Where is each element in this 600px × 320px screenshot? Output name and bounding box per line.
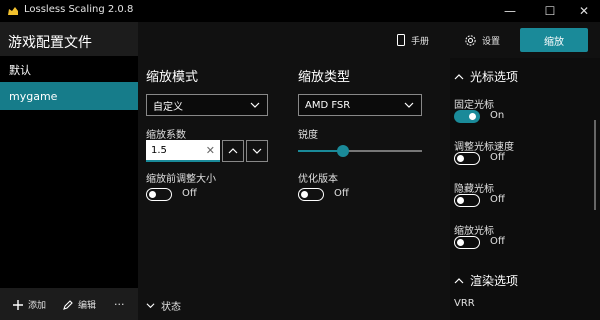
toggle-knob bbox=[301, 191, 308, 198]
render-options-header[interactable]: 渲染选项 bbox=[454, 272, 518, 289]
hide-cursor-label: 隐藏光标 bbox=[454, 184, 494, 195]
toggle-knob bbox=[457, 197, 464, 204]
scaling-mode-dropdown[interactable]: 自定义 bbox=[146, 94, 268, 116]
chevron-down-icon bbox=[250, 102, 260, 108]
chevron-up-icon bbox=[454, 277, 464, 283]
scaling-type-title: 缩放类型 bbox=[298, 70, 351, 85]
plus-icon bbox=[13, 299, 23, 310]
title-bar: Lossless Scaling 2.0.8 — ☐ ✕ bbox=[0, 0, 600, 22]
adjust-cursor-speed-label: 调整光标速度 bbox=[454, 142, 514, 153]
add-label: 添加 bbox=[28, 301, 47, 311]
scaling-mode-value: 自定义 bbox=[153, 101, 183, 113]
cursor-options-title: 光标选项 bbox=[470, 70, 519, 84]
app-title: Lossless Scaling 2.0.8 bbox=[24, 4, 134, 15]
settings-button[interactable]: 设置 bbox=[464, 30, 500, 50]
gear-icon bbox=[465, 34, 476, 46]
app-logo-icon bbox=[8, 7, 18, 15]
profile-item-mygame[interactable]: mygame bbox=[0, 82, 138, 110]
scale-button[interactable]: 缩放 bbox=[520, 28, 588, 52]
sharpness-slider-thumb[interactable] bbox=[336, 145, 349, 157]
settings-label: 设置 bbox=[482, 36, 501, 47]
adjust-cursor-speed-state: Off bbox=[490, 152, 505, 163]
status-expander[interactable]: 状态 bbox=[146, 298, 181, 313]
lock-cursor-toggle[interactable] bbox=[454, 110, 480, 123]
scale-cursor-label: 缩放光标 bbox=[454, 226, 494, 237]
chevron-down-icon bbox=[404, 102, 414, 108]
status-label: 状态 bbox=[161, 302, 181, 313]
profiles-sidebar: 游戏配置文件 默认 mygame 添加 编辑 ··· bbox=[0, 22, 138, 320]
cursor-options-header[interactable]: 光标选项 bbox=[454, 68, 518, 85]
toggle-knob bbox=[469, 113, 476, 120]
optimized-version-label: 优化版本 bbox=[298, 174, 338, 185]
resize-before-scaling-toggle[interactable] bbox=[146, 188, 172, 201]
optimize-state: Off bbox=[334, 188, 349, 199]
decrease-button[interactable] bbox=[246, 140, 268, 162]
scale-factor-value: 1.5 bbox=[151, 144, 167, 156]
cursor-options-panel: 光标选项 固定光标 On 调整光标速度 Off 隐藏光标 Off 缩放光标 Of… bbox=[450, 58, 600, 320]
scaling-type-dropdown[interactable]: AMD FSR bbox=[298, 94, 422, 116]
scaling-type-value: AMD FSR bbox=[305, 99, 351, 111]
profiles-heading: 游戏配置文件 bbox=[8, 35, 92, 51]
scale-cursor-toggle[interactable] bbox=[454, 236, 480, 249]
chevron-up-icon bbox=[228, 148, 238, 154]
profile-list: 默认 mygame bbox=[0, 56, 138, 288]
more-options-button[interactable]: ··· bbox=[114, 298, 125, 311]
profile-item-default[interactable]: 默认 bbox=[0, 56, 138, 84]
manual-button[interactable]: 手册 bbox=[396, 30, 429, 50]
lock-cursor-label: 固定光标 bbox=[454, 100, 494, 111]
chevron-down-icon bbox=[146, 303, 155, 309]
close-button[interactable]: ✕ bbox=[566, 0, 600, 22]
pencil-icon bbox=[63, 299, 73, 310]
profile-item-label: mygame bbox=[9, 89, 58, 103]
sharpness-slider-fill bbox=[298, 150, 343, 152]
resize-state: Off bbox=[182, 188, 197, 199]
scale-cursor-state: Off bbox=[490, 236, 505, 247]
optimized-version-toggle[interactable] bbox=[298, 188, 324, 201]
vrr-label: VRR bbox=[454, 298, 475, 309]
scale-factor-input[interactable]: 1.5 ✕ bbox=[146, 140, 220, 162]
scale-factor-label: 缩放系数 bbox=[146, 130, 186, 141]
phone-icon bbox=[397, 34, 405, 46]
clear-icon[interactable]: ✕ bbox=[206, 144, 215, 157]
sidebar-footer: 添加 编辑 ··· bbox=[0, 294, 138, 316]
sharpness-label: 锐度 bbox=[298, 130, 318, 141]
scrollbar[interactable] bbox=[594, 120, 596, 210]
toggle-knob bbox=[457, 239, 464, 246]
render-options-title: 渲染选项 bbox=[470, 274, 519, 288]
toggle-knob bbox=[457, 155, 464, 162]
hide-cursor-state: Off bbox=[490, 194, 505, 205]
resize-before-scaling-label: 缩放前调整大小 bbox=[146, 174, 216, 185]
add-profile-button[interactable]: 添加 bbox=[12, 298, 46, 311]
adjust-cursor-speed-toggle[interactable] bbox=[454, 152, 480, 165]
scaling-mode-title: 缩放模式 bbox=[146, 70, 199, 85]
lock-cursor-state: On bbox=[490, 110, 505, 121]
chevron-down-icon bbox=[252, 148, 262, 154]
increase-button[interactable] bbox=[222, 140, 244, 162]
edit-profile-button[interactable]: 编辑 bbox=[62, 298, 96, 311]
profile-item-label: 默认 bbox=[9, 64, 31, 77]
edit-label: 编辑 bbox=[78, 301, 97, 311]
minimize-button[interactable]: — bbox=[492, 0, 528, 22]
hide-cursor-toggle[interactable] bbox=[454, 194, 480, 207]
chevron-up-icon bbox=[454, 73, 464, 79]
manual-label: 手册 bbox=[411, 36, 430, 47]
toggle-knob bbox=[149, 191, 156, 198]
maximize-button[interactable]: ☐ bbox=[532, 0, 568, 22]
